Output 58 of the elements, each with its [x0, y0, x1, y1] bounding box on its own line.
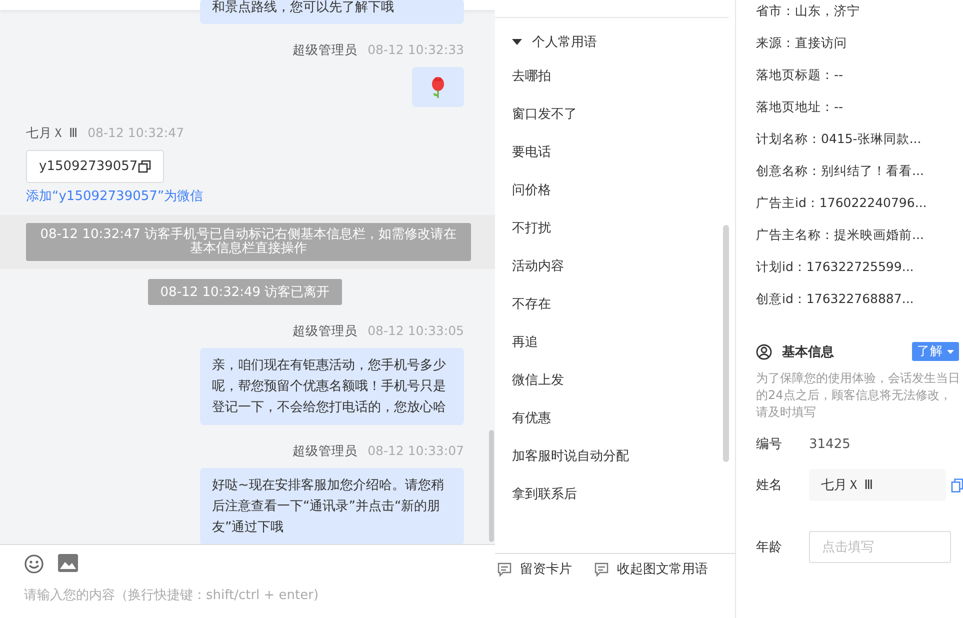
- sender-name: 超级管理员: [292, 443, 358, 460]
- phrase-item[interactable]: 问价格: [512, 181, 735, 200]
- info-line: 落地页标题：--: [756, 66, 844, 84]
- info-line: 创意id：176322768887...: [756, 290, 915, 308]
- image-icon[interactable]: [58, 554, 78, 572]
- phrase-group[interactable]: 个人常用语: [512, 33, 597, 51]
- field-label: 编号: [756, 436, 783, 453]
- age-field[interactable]: 点击填写: [809, 531, 951, 563]
- sender-name: 超级管理员: [292, 323, 358, 340]
- message-bubble: 好哒~现在安排客服加您介绍哈。请您稍后注意查看一下“通讯录”并点击“新的朋友”通过下哦: [200, 468, 464, 544]
- scrollbar[interactable]: [723, 225, 729, 462]
- copy-icon[interactable]: [138, 160, 151, 173]
- comment-icon[interactable]: [594, 562, 609, 576]
- scrollbar[interactable]: [489, 430, 494, 542]
- phrase-item[interactable]: 窗口发不了: [512, 105, 735, 124]
- phrase-item[interactable]: 不存在: [512, 295, 735, 314]
- section-title: 基本信息: [782, 344, 835, 360]
- phrase-item[interactable]: 不打扰: [512, 219, 735, 238]
- phrase-item[interactable]: 活动内容: [512, 257, 735, 276]
- field-value: 31425: [809, 436, 850, 452]
- info-line: 计划名称：0415-张琳同款...: [756, 130, 922, 148]
- caret-icon[interactable]: [512, 39, 522, 45]
- message-time: 08-12 10:32:47: [88, 125, 184, 142]
- phrase-item[interactable]: 微信上发: [512, 371, 735, 390]
- info-line: 广告主名称：提米映画婚前...: [756, 226, 925, 244]
- field-label: 年龄: [756, 539, 783, 556]
- info-line: 省市：山东，济宁: [756, 2, 861, 20]
- info-line: 落地页地址：--: [756, 98, 844, 116]
- message-time: 08-12 10:33:05: [368, 323, 464, 340]
- phrase-item[interactable]: 要电话: [512, 143, 735, 162]
- panel-button[interactable]: 留资卡片: [497, 560, 572, 578]
- panel-button[interactable]: 收起图文常用语: [594, 560, 708, 578]
- phrase-item[interactable]: 再追: [512, 333, 735, 352]
- field-label: 姓名: [756, 477, 783, 494]
- info-line: 广告主id：176022240796...: [756, 194, 928, 212]
- tulip-icon: [430, 76, 446, 98]
- message-time: 08-12 10:32:33: [368, 42, 464, 59]
- phone-number: y15092739057: [39, 159, 138, 174]
- phrase-item[interactable]: 有优惠: [512, 409, 735, 428]
- info-line: 计划id：176322725599...: [756, 258, 915, 276]
- info-line: 创意名称：别纠结了！看看...: [756, 162, 925, 180]
- name-field[interactable]: 七月Ｘ Ⅲ: [809, 469, 946, 501]
- message-bubble: 和景点路线，您可以先了解下哦: [200, 0, 464, 24]
- info-note: 为了保障您的使用体验，会话发生当日的24点之后，顾客信息将无法修改，请及时填写: [756, 370, 961, 421]
- phrase-item[interactable]: 去哪拍: [512, 67, 735, 86]
- phrase-item[interactable]: 加客服时说自动分配: [512, 447, 735, 466]
- emoji-icon[interactable]: [24, 554, 44, 574]
- sender-name: 超级管理员: [292, 42, 358, 59]
- user-icon[interactable]: [756, 344, 772, 360]
- phrase-item[interactable]: 拿到联系后: [512, 485, 735, 504]
- comment-icon[interactable]: [497, 562, 512, 576]
- message-time: 08-12 10:33:07: [368, 443, 464, 460]
- message-input[interactable]: 请输入您的内容（换行快捷键：shift/ctrl + enter): [24, 588, 424, 603]
- info-line: 来源：直接访问: [756, 34, 848, 52]
- message-bubble: 亲，咱们现在有钜惠活动，您手机号多少呢，帮您预留个优惠名额哦！手机号只是登记一下，不会给您打电话的，您放心哈: [200, 348, 464, 425]
- system-notice: 08-12 10:32:49 访客已离开: [148, 279, 342, 305]
- system-notice: 08-12 10:32:47 访客手机号已自动标记右侧基本信息栏，如需修改请在基本信息栏直接操作: [26, 223, 471, 261]
- sender-name: 七月Ｘ Ⅲ: [26, 125, 78, 142]
